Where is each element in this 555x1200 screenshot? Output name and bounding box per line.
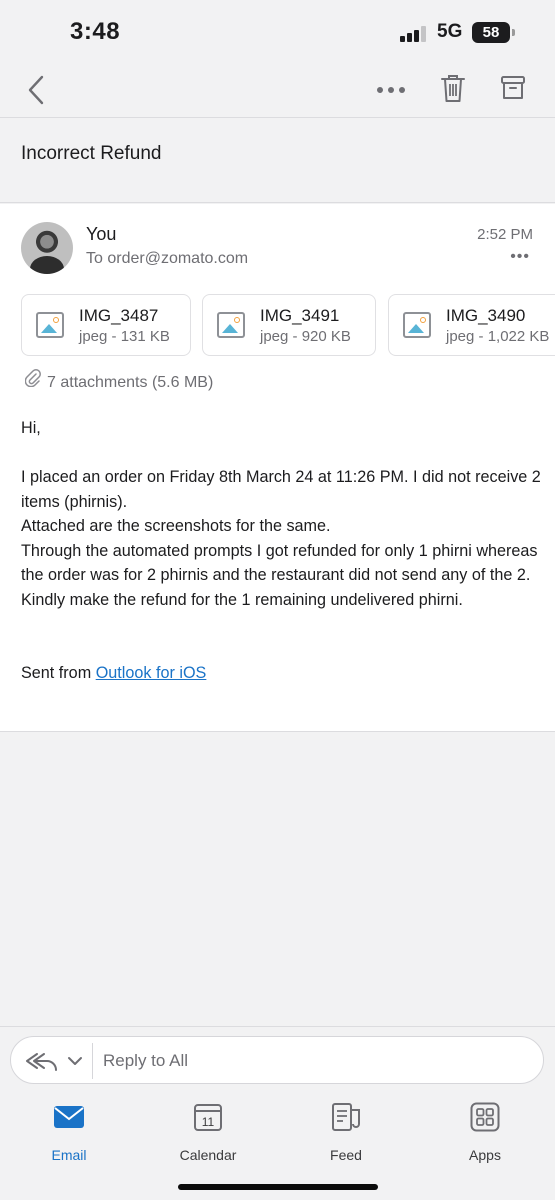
tab-bar: Email 11 Calendar Feed Apps <box>0 1090 555 1200</box>
subject-area: Incorrect Refund <box>0 119 555 203</box>
network-type: 5G <box>437 21 463 42</box>
message-body: Hi, I placed an order on Friday 8th Marc… <box>21 416 541 686</box>
image-file-icon <box>217 312 245 338</box>
nav-bar <box>0 62 555 118</box>
signature: Sent from Outlook for iOS <box>21 661 541 686</box>
attachment-card[interactable]: IMG_3487 jpeg - 131 KB <box>21 294 191 356</box>
tab-email[interactable]: Email <box>19 1100 119 1163</box>
back-button[interactable] <box>26 74 48 106</box>
signal-icon <box>400 26 428 42</box>
message-time: 2:52 PM <box>477 226 533 243</box>
email-subject: Incorrect Refund <box>21 143 162 164</box>
body-line: Attached are the screenshots for the sam… <box>21 517 331 535</box>
reply-mode-button[interactable] <box>23 1049 87 1073</box>
attachments-summary[interactable]: 7 attachments (5.6 MB) <box>25 369 213 392</box>
attachment-meta: jpeg - 1,022 KB <box>446 328 550 345</box>
apps-icon <box>470 1102 500 1132</box>
sender-name[interactable]: You <box>86 224 116 245</box>
tab-label: Calendar <box>179 1147 237 1163</box>
attachment-name: IMG_3491 <box>260 306 340 325</box>
archive-icon <box>501 76 525 99</box>
more-button[interactable] <box>374 82 408 98</box>
reply-area: Reply to All <box>0 1026 555 1090</box>
tab-label: Feed <box>330 1147 362 1163</box>
home-indicator <box>178 1184 378 1190</box>
status-time: 3:48 <box>70 18 121 45</box>
body-line: Through the automated prompts I got refu… <box>21 541 538 585</box>
calendar-date: 11 <box>201 1115 215 1129</box>
more-horizontal-icon <box>377 87 405 93</box>
message-more-button[interactable]: ••• <box>510 248 530 266</box>
tab-apps[interactable]: Apps <box>435 1100 535 1163</box>
reply-box[interactable]: Reply to All <box>10 1036 544 1084</box>
outlook-ios-link[interactable]: Outlook for iOS <box>96 664 207 682</box>
avatar-figure <box>30 256 64 274</box>
tab-calendar[interactable]: 11 Calendar <box>158 1100 258 1163</box>
battery-tip <box>512 29 515 36</box>
body-line: I placed an order on Friday 8th March 24… <box>21 468 541 511</box>
attachment-card[interactable]: IMG_3491 jpeg - 920 KB <box>202 294 376 356</box>
avatar[interactable] <box>21 222 73 274</box>
image-file-icon <box>36 312 64 338</box>
attachment-meta: jpeg - 131 KB <box>79 328 170 345</box>
tab-feed[interactable]: Feed <box>296 1100 396 1163</box>
reply-all-icon <box>26 1053 82 1071</box>
recipient[interactable]: To order@zomato.com <box>86 250 248 268</box>
battery-icon: 58 <box>472 22 510 43</box>
image-file-icon <box>403 312 431 338</box>
feed-icon <box>332 1103 360 1131</box>
attachments-row[interactable]: IMG_3487 jpeg - 131 KB IMG_3491 jpeg - 9… <box>21 294 555 356</box>
body-greeting: Hi, <box>21 419 41 437</box>
tab-label: Apps <box>469 1147 501 1163</box>
attachments-summary-text: 7 attachments (5.6 MB) <box>47 374 214 391</box>
reply-divider <box>92 1043 93 1079</box>
attachment-name: IMG_3490 <box>446 306 526 325</box>
archive-button[interactable] <box>500 74 526 102</box>
signature-prefix: Sent from <box>21 664 92 682</box>
attachment-card[interactable]: IMG_3490 jpeg - 1,022 KB <box>388 294 555 356</box>
message-card: You To order@zomato.com 2:52 PM ••• IMG_… <box>0 204 555 732</box>
delete-button[interactable] <box>440 73 466 105</box>
body-line: Kindly make the refund for the 1 remaini… <box>21 590 463 609</box>
attachment-meta: jpeg - 920 KB <box>260 328 351 345</box>
email-icon <box>54 1106 84 1128</box>
trash-icon <box>441 75 465 102</box>
status-bar: 3:48 5G 58 <box>0 0 555 62</box>
reply-input[interactable]: Reply to All <box>103 1051 188 1071</box>
chevron-left-icon <box>28 75 44 105</box>
tab-label: Email <box>51 1147 87 1163</box>
paperclip-icon <box>25 369 41 387</box>
attachment-name: IMG_3487 <box>79 306 159 325</box>
